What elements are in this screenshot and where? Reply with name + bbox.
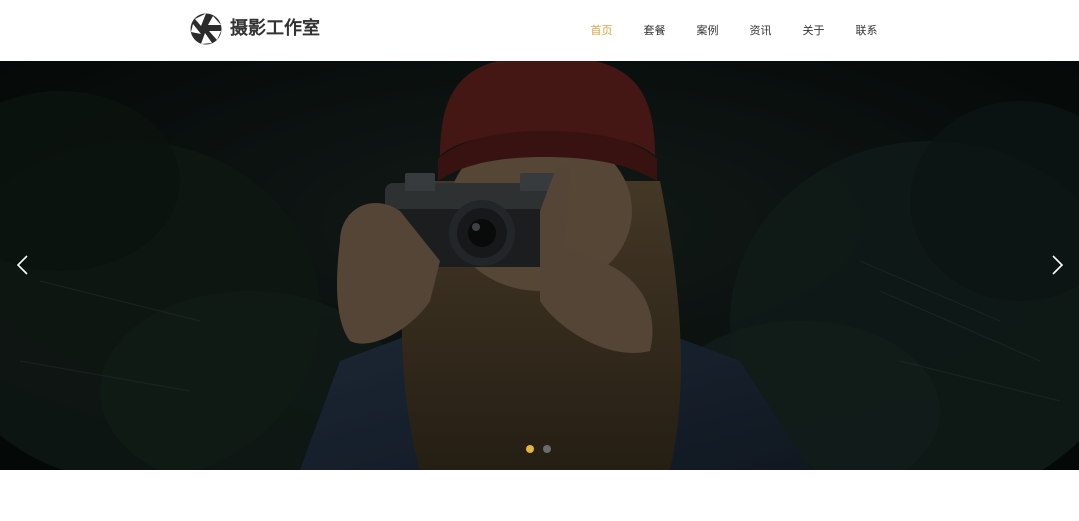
hero-photo: [0, 61, 1079, 470]
carousel-dot-1[interactable]: [526, 445, 534, 453]
main-nav: 首页 套餐 案例 资讯 关于 联系: [575, 0, 893, 61]
nav-item-home[interactable]: 首页: [575, 21, 628, 41]
carousel-pagination: [526, 445, 560, 453]
nav-item-about[interactable]: 关于: [787, 21, 840, 41]
nav-item-news[interactable]: 资讯: [734, 21, 787, 41]
carousel-dot-2[interactable]: [543, 445, 551, 453]
logo-text: 摄影工作室: [230, 18, 320, 39]
nav-item-contact[interactable]: 联系: [840, 21, 893, 41]
logo[interactable]: 摄影工作室: [190, 13, 320, 45]
content-area: [0, 470, 1079, 521]
carousel-prev-button[interactable]: [10, 252, 36, 278]
site-header: 摄影工作室 首页 套餐 案例 资讯 关于 联系: [0, 0, 1079, 61]
nav-item-cases[interactable]: 案例: [681, 21, 734, 41]
chevron-right-icon: [1052, 255, 1064, 275]
chevron-left-icon: [16, 255, 28, 275]
aperture-logo-icon: [190, 13, 222, 45]
nav-item-packages[interactable]: 套餐: [628, 21, 681, 41]
carousel-next-button[interactable]: [1044, 252, 1070, 278]
hero-banner-carousel[interactable]: [0, 61, 1079, 470]
